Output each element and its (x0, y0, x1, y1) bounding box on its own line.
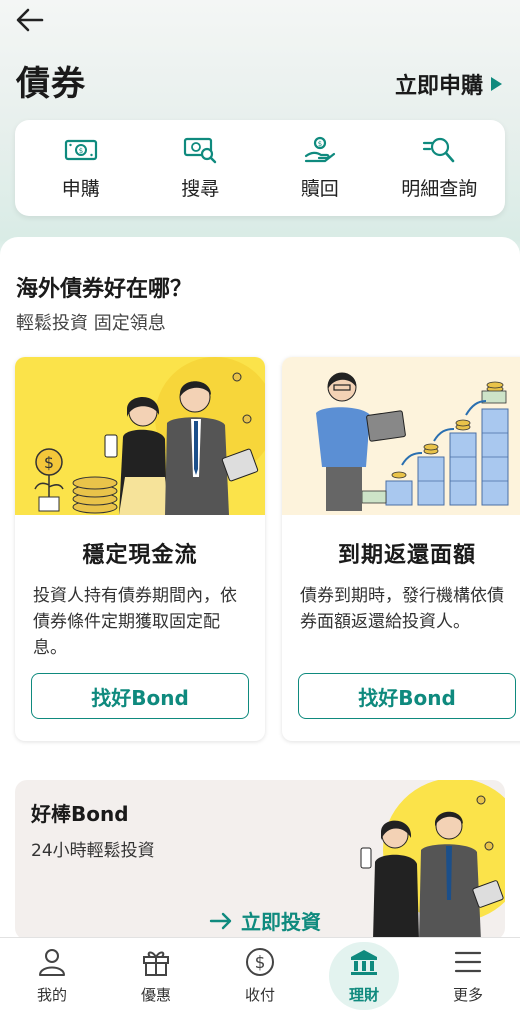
arrow-left-icon (16, 8, 44, 32)
feature-title: 到期返還面額 (337, 543, 476, 568)
feature-card-cash-flow: $ 穩定現金流 投資人持有債券期間內，依債券條件定期獲取固定配息。 找好Bond (15, 357, 265, 741)
quick-action-label: 贖回 (300, 177, 339, 200)
page-title: 債券 (16, 64, 86, 104)
quick-action-label: 申購 (61, 177, 100, 200)
banknote-icon: $ (64, 139, 97, 160)
promo-title: 好棒Bond (31, 802, 129, 826)
tab-label: 優惠 (140, 986, 171, 1004)
quick-action-search[interactable]: 搜尋 (145, 136, 255, 201)
tab-label: 我的 (36, 986, 67, 1004)
investors-illustration: $ (15, 357, 265, 515)
section-subtitle: 輕鬆投資 固定領息 (16, 313, 166, 334)
main-content: 海外債券好在哪？ 輕鬆投資 固定領息 $ 穩定現金流 投資人持有債券期間內，依債… (0, 237, 520, 940)
tab-label: 理財 (348, 986, 379, 1004)
maturity-illustration (282, 357, 520, 515)
promo-subtitle: 24小時輕鬆投資 (31, 841, 155, 861)
find-bond-button[interactable]: 找好Bond (31, 673, 249, 719)
tab-payments[interactable]: $ 收付 (210, 946, 310, 1005)
feature-description: 債券到期時，發行機構依債券面額返還給投資人。 (300, 586, 504, 632)
hand-coin-icon: $ (304, 136, 335, 162)
svg-text:$: $ (44, 453, 54, 472)
person-icon (39, 949, 65, 976)
svg-text:$: $ (318, 140, 322, 148)
find-bond-button[interactable]: 找好Bond (298, 673, 516, 719)
dollar-circle-icon: $ (246, 948, 274, 976)
quick-action-label: 明細查詢 (401, 177, 478, 200)
bank-icon (351, 950, 377, 975)
feature-title: 穩定現金流 (82, 543, 198, 568)
play-triangle-icon (491, 77, 502, 91)
apply-now-link[interactable]: 立即申購 (395, 68, 502, 100)
tab-label: 更多 (452, 986, 483, 1004)
top-bar (0, 0, 520, 44)
tab-wealth[interactable]: 理財 (314, 942, 414, 1010)
menu-icon (454, 951, 482, 973)
quick-actions-card: $ 申購 搜尋 $ 贖回 明細查詢 (15, 120, 505, 216)
promo-card[interactable]: 好棒Bond 24小時輕鬆投資 立即投資 (15, 780, 505, 940)
invest-now-link[interactable]: 立即投資 (209, 906, 321, 935)
feature-description: 投資人持有債券期間內，依債券條件定期獲取固定配息。 (33, 586, 237, 658)
tab-mine[interactable]: 我的 (2, 946, 102, 1005)
promo-investors-illustration (360, 780, 505, 940)
tab-label: 收付 (244, 986, 275, 1004)
magnifier-list-icon (423, 137, 455, 162)
invest-now-label: 立即投資 (241, 910, 321, 934)
quick-action-subscribe[interactable]: $ 申購 (26, 136, 136, 201)
bottom-tab-bar: 我的 優惠 $ 收付 理財 更多 (0, 937, 520, 1027)
gift-icon (143, 951, 169, 976)
quick-action-redeem[interactable]: $ 贖回 (265, 136, 375, 201)
quick-action-details[interactable]: 明細查詢 (384, 136, 494, 201)
feature-card-maturity: 到期返還面額 債券到期時，發行機構依債券面額返還給投資人。 找好Bond (282, 357, 520, 741)
banknote-search-icon (184, 137, 217, 163)
arrow-right-icon (209, 912, 232, 929)
section-title: 海外債券好在哪？ (16, 277, 193, 302)
tab-offers[interactable]: 優惠 (106, 946, 206, 1005)
back-button[interactable] (14, 6, 46, 34)
quick-action-label: 搜尋 (181, 177, 220, 200)
svg-text:$: $ (255, 953, 266, 973)
apply-now-label: 立即申購 (394, 74, 483, 99)
svg-text:$: $ (79, 147, 83, 155)
tab-more[interactable]: 更多 (418, 946, 518, 1005)
